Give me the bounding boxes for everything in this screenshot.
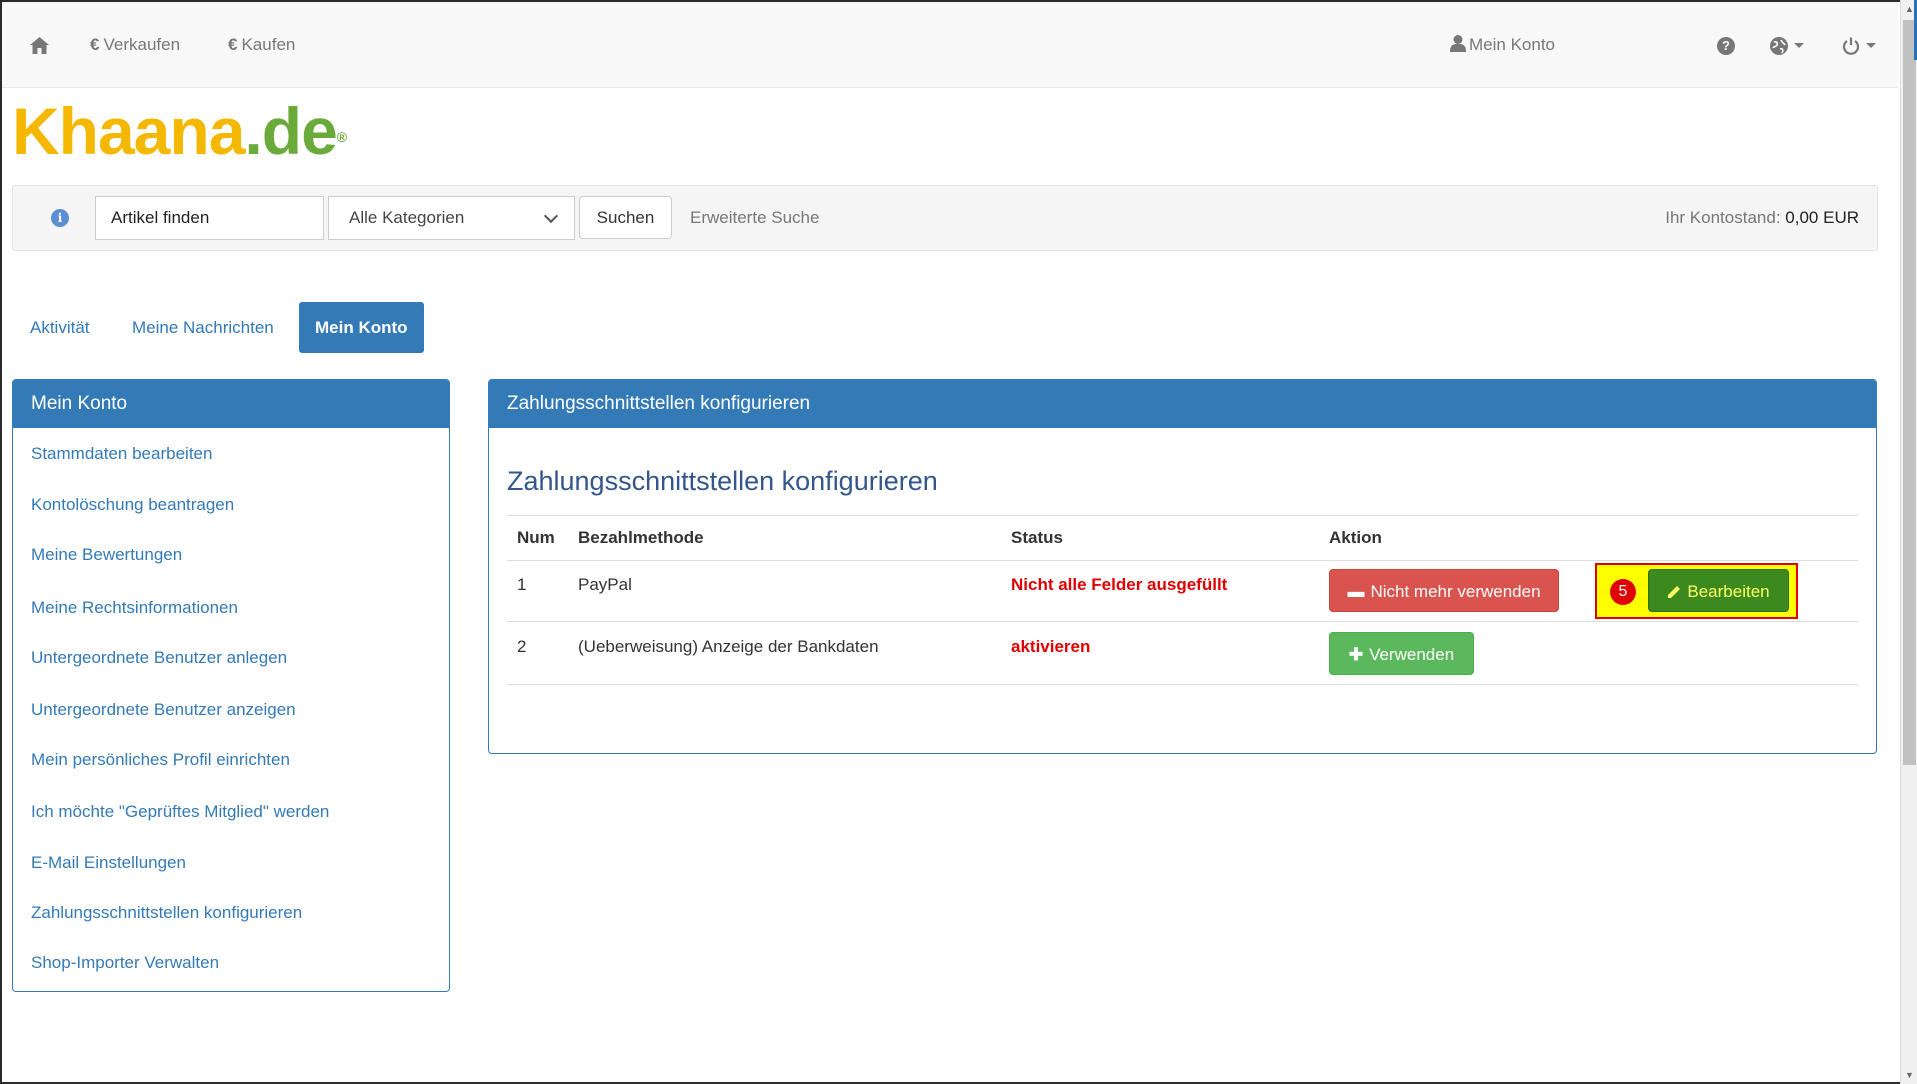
balance-value: 0,00 EUR [1785,208,1859,227]
stop-using-button[interactable]: ▬ Nicht mehr verwenden [1329,569,1559,612]
sidebar-item-show-subusers[interactable]: Untergeordnete Benutzer anzeigen [31,700,296,720]
column-header-status: Status [1011,528,1063,547]
euro-icon: € [90,35,100,54]
globe-icon [1770,36,1788,55]
home-link[interactable] [30,2,49,88]
logo-text-tld: .de [244,94,337,168]
column-header-action: Aktion [1329,528,1382,547]
chevron-down-icon [1794,43,1804,49]
row-2-num: 2 [517,637,527,656]
home-icon [30,37,49,55]
table-divider [507,560,1858,561]
step-badge: 5 [1610,579,1636,605]
column-header-method: Bezahlmethode [578,528,704,547]
main-panel-title: Zahlungsschnittstellen konfigurieren [489,380,1876,428]
sidebar-item-shop-importer[interactable]: Shop-Importer Verwalten [31,953,219,973]
tab-my-account[interactable]: Mein Konto [299,302,424,353]
edit-button[interactable]: Bearbeiten [1648,569,1789,612]
sidebar-item-payment-interfaces[interactable]: Zahlungsschnittstellen konfigurieren [31,903,302,923]
logo-text-main: Khaana [12,94,245,168]
sell-label: Verkaufen [103,35,181,54]
sidebar-item-account-deletion[interactable]: Kontolöschung beantragen [31,495,234,515]
sidebar-panel: Mein Konto Stammdaten bearbeiten Kontolö… [12,379,450,992]
scrollbar-thumb[interactable] [1903,20,1916,765]
account-link[interactable]: Mein Konto [1450,2,1555,88]
info-icon[interactable]: i [51,209,69,227]
main-panel: Zahlungsschnittstellen konfigurieren Zah… [488,379,1877,754]
sidebar-item-create-subusers[interactable]: Untergeordnete Benutzer anlegen [31,648,287,668]
top-navbar: € Verkaufen € Kaufen Mein Konto ? [2,2,1898,88]
account-label: Mein Konto [1469,35,1555,54]
sidebar-item-master-data[interactable]: Stammdaten bearbeiten [31,444,212,464]
sell-link[interactable]: € Verkaufen [90,2,180,88]
plus-icon: ✚ [1348,645,1364,664]
search-bar: i Alle Kategorien Suchen Erweiterte Such… [12,185,1878,251]
sidebar-item-email-settings[interactable]: E-Mail Einstellungen [31,853,186,873]
row-1-method: PayPal [578,575,632,594]
use-button[interactable]: ✚ Verwenden [1329,632,1474,675]
buy-link[interactable]: € Kaufen [228,2,295,88]
row-2-method: (Ueberweisung) Anzeige der Bankdaten [578,637,879,656]
column-header-num: Num [517,528,555,547]
row-2-status: aktivieren [1011,637,1091,656]
pencil-icon [1668,586,1681,598]
advanced-search-link[interactable]: Erweiterte Suche [690,186,819,250]
sidebar-title: Mein Konto [13,380,449,428]
balance-label: Ihr Kontostand: [1665,208,1781,227]
user-icon [1450,35,1466,52]
sidebar-item-legal-info[interactable]: Meine Rechtsinformationen [31,598,238,618]
vertical-scrollbar[interactable]: ▲ ▼ [1900,0,1917,1084]
stop-using-label: Nicht mehr verwenden [1370,582,1541,601]
power-dropdown[interactable] [1842,2,1876,88]
row-1-status: Nicht alle Felder ausgefüllt [1011,575,1228,594]
category-select[interactable]: Alle Kategorien [328,196,575,240]
sidebar-item-verified-member[interactable]: Ich möchte "Geprüftes Mitglied" werden [31,802,329,822]
euro-icon: € [228,35,238,54]
search-button[interactable]: Suchen [579,196,672,239]
row-1-num: 1 [517,575,527,594]
edit-label: Bearbeiten [1687,582,1770,601]
chevron-down-icon [1866,43,1876,49]
tab-activity[interactable]: Aktivität [14,302,106,353]
sidebar-item-ratings[interactable]: Meine Bewertungen [31,545,182,565]
minus-icon: ▬ [1347,582,1365,601]
search-input[interactable] [95,196,324,240]
use-label: Verwenden [1369,645,1455,664]
category-selected-value: Alle Kategorien [349,208,465,227]
tab-messages[interactable]: Meine Nachrichten [116,302,290,353]
power-icon [1842,37,1860,55]
language-dropdown[interactable] [1770,2,1804,88]
page-title: Zahlungsschnittstellen konfigurieren [507,466,938,496]
buy-label: Kaufen [241,35,296,54]
table-divider [507,621,1858,622]
site-logo[interactable]: Khaana.de® [12,98,347,164]
table-divider [507,515,1858,516]
scroll-down-arrow-icon[interactable]: ▼ [1901,1066,1917,1084]
help-button[interactable]: ? [1717,2,1735,88]
chevron-down-icon [543,208,559,224]
account-balance: Ihr Kontostand: 0,00 EUR [1665,186,1859,250]
sidebar-item-profile[interactable]: Mein persönliches Profil einrichten [31,750,290,770]
question-icon: ? [1717,36,1735,55]
table-divider [507,684,1858,685]
logo-registered: ® [336,129,347,145]
